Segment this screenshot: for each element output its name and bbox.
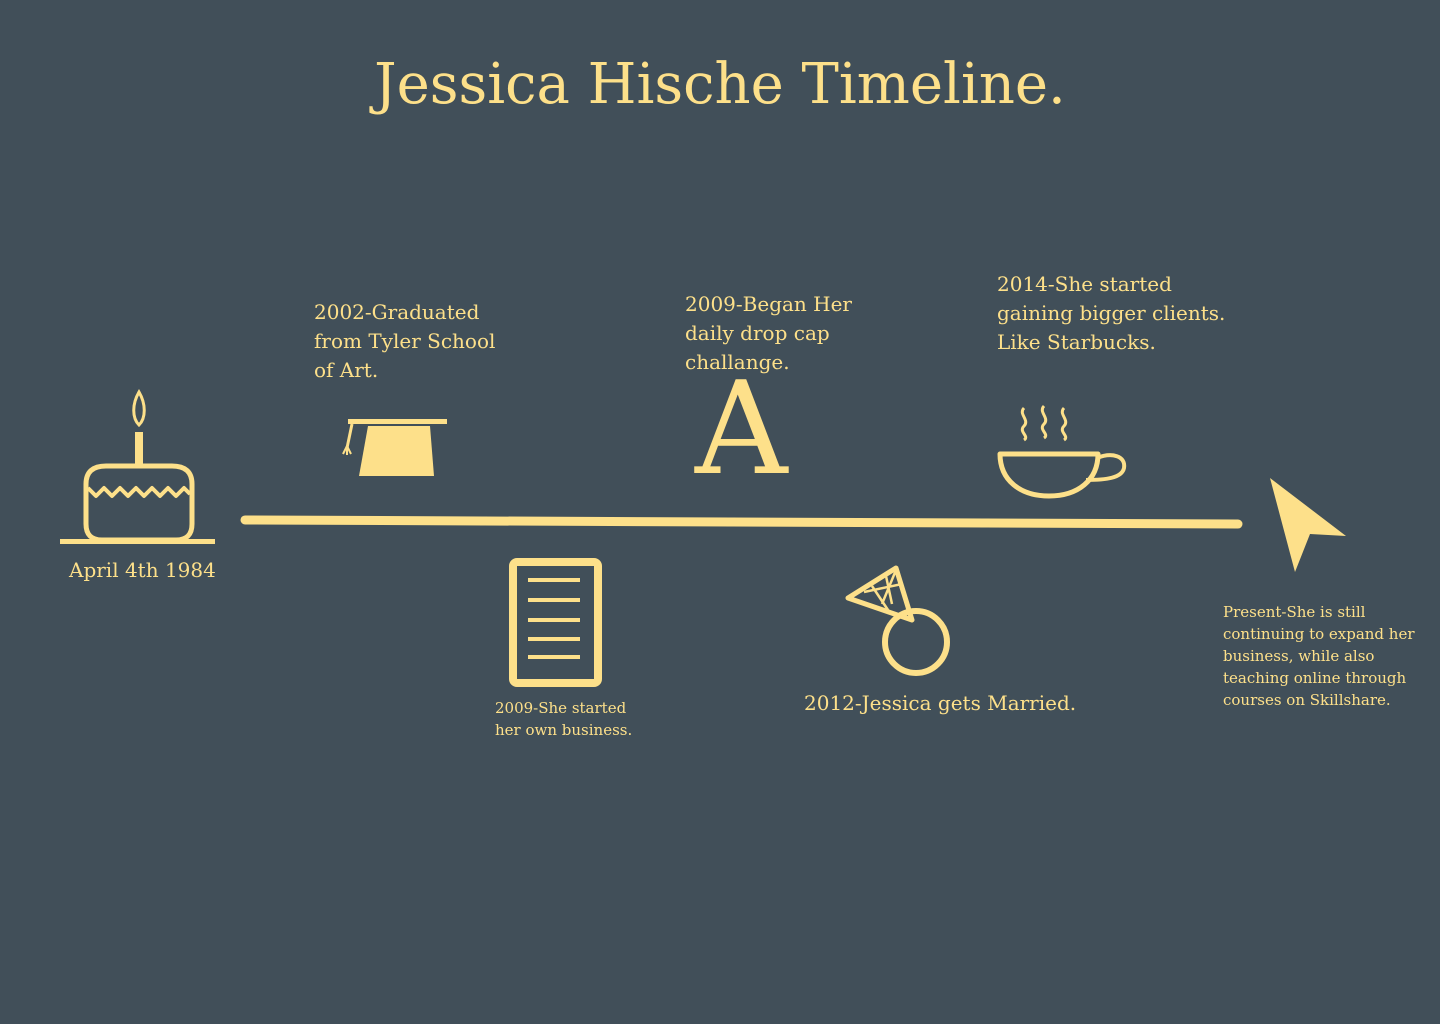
drop-cap-letter-icon: A	[695, 355, 788, 504]
document-icon	[509, 558, 602, 687]
married-label: 2012-Jessica gets Married.	[804, 691, 1077, 715]
present-label: Present-She is still continuing to expan…	[1223, 603, 1415, 709]
birthday-cake-icon	[60, 389, 215, 544]
birth-label: April 4th 1984	[69, 558, 216, 582]
diamond-ring-icon	[845, 565, 950, 676]
timeline-line	[240, 515, 1243, 529]
clients-label: 2014-She started gaining bigger clients.…	[997, 272, 1226, 354]
graduation-label: 2002-Graduated from Tyler School of Art.	[314, 300, 496, 382]
page-title: Jessica Hische Timeline.	[374, 52, 1066, 117]
coffee-cup-icon	[997, 404, 1127, 499]
graduation-cap-icon	[342, 419, 447, 476]
cursor-arrow-icon	[1270, 478, 1346, 572]
drop-cap-label: 2009-Began Her daily drop cap challange.	[685, 292, 852, 374]
business-label: 2009-She started her own business.	[495, 699, 633, 739]
